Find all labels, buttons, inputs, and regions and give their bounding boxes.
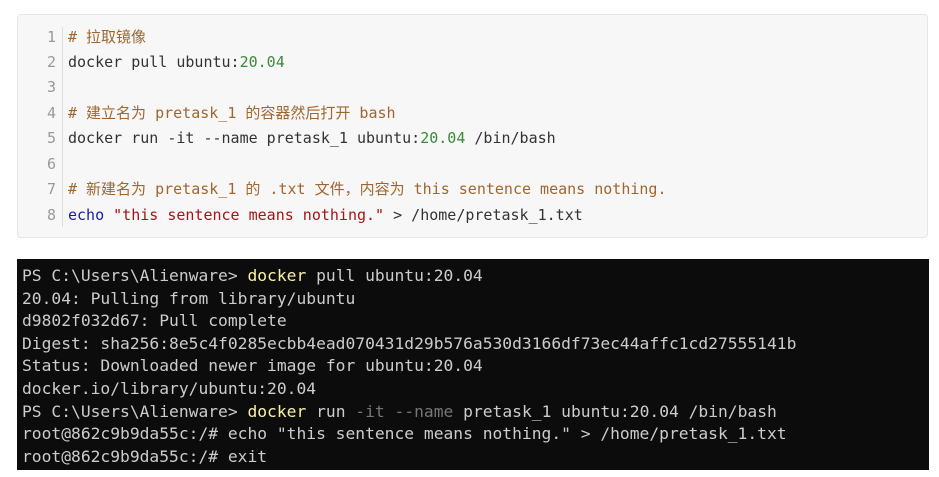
terminal-line: d9802f032d67: Pull complete xyxy=(22,311,287,331)
code-text: echo "this sentence means nothing." > /h… xyxy=(68,203,583,228)
code-keyword: echo xyxy=(68,206,105,224)
code-comment: # 新建名为 pretask_1 的 .txt 文件，内容为 this sent… xyxy=(68,180,667,198)
code-tail: > /home/pretask_1.txt xyxy=(384,206,583,224)
line-number: 1 xyxy=(46,28,56,46)
code-line: 8 echo "this sentence means nothing." > … xyxy=(18,203,927,228)
line-number: 4 xyxy=(46,104,56,122)
code-command: docker run -it --name pretask_1 ubuntu: xyxy=(68,129,421,147)
terminal-line: root@862c9b9da55c:/# exit xyxy=(22,446,268,466)
code-string: "this sentence means nothing." xyxy=(104,206,385,224)
line-number: 8 xyxy=(46,206,56,224)
code-line: 1 # 拉取镜像 xyxy=(18,25,927,50)
terminal-line: Status: Downloaded newer image for ubunt… xyxy=(22,356,483,376)
terminal-line: PS C:\Users\Alienware> docker pull ubunt… xyxy=(22,265,929,288)
terminal-command: docker xyxy=(247,401,307,421)
terminal-line: PS C:\Users\Alienware> docker run -it --… xyxy=(22,401,929,424)
line-number: 5 xyxy=(46,129,56,147)
code-snippet: 1 # 拉取镜像 2 docker pull ubuntu:20.04 3 4 … xyxy=(17,14,928,238)
code-line: 6 xyxy=(18,152,927,177)
code-line: 3 xyxy=(18,75,927,100)
code-line: 7 # 新建名为 pretask_1 的 .txt 文件，内容为 this se… xyxy=(18,177,927,202)
code-comment: # 拉取镜像 xyxy=(68,28,147,46)
terminal-args: pretask_1 ubuntu:20.04 /bin/bash xyxy=(453,401,777,421)
terminal-args: pull ubuntu:20.04 xyxy=(306,266,483,285)
terminal-line: Digest: sha256:8e5c4f0285ecbb4ead070431d… xyxy=(22,333,797,353)
code-comment: # 建立名为 pretask_1 的容器然后打开 bash xyxy=(68,104,396,122)
terminal-line: root@862c9b9da55c:/# echo "this sentence… xyxy=(22,424,787,444)
code-text: docker pull ubuntu:20.04 xyxy=(68,50,285,75)
terminal-prompt: PS C:\Users\Alienware> xyxy=(22,266,248,285)
code-line: 4 # 建立名为 pretask_1 的容器然后打开 bash xyxy=(18,101,927,126)
terminal-prompt: PS C:\Users\Alienware> xyxy=(22,401,248,421)
code-text: docker run -it --name pretask_1 ubuntu:2… xyxy=(68,126,556,151)
code-version: 20.04 xyxy=(239,53,285,71)
line-number: 7 xyxy=(46,180,56,198)
terminal-output: PS C:\Users\Alienware> docker pull ubunt… xyxy=(17,259,929,470)
line-number: 3 xyxy=(46,78,56,96)
code-tail: /bin/bash xyxy=(465,129,556,147)
line-number: 2 xyxy=(46,53,56,71)
terminal-subcommand: run xyxy=(306,401,356,421)
terminal-flag: -it xyxy=(355,401,385,421)
code-command: docker pull ubuntu: xyxy=(68,53,240,71)
terminal-line: 20.04: Pulling from library/ubuntu xyxy=(22,288,356,308)
terminal-line: docker.io/library/ubuntu:20.04 xyxy=(22,378,317,398)
code-line: 2 docker pull ubuntu:20.04 xyxy=(18,50,927,75)
line-number: 6 xyxy=(46,155,56,173)
code-line: 5 docker run -it --name pretask_1 ubuntu… xyxy=(18,126,927,151)
code-version: 20.04 xyxy=(420,129,466,147)
terminal-flag: --name xyxy=(384,401,454,421)
terminal-command: docker xyxy=(247,266,307,285)
